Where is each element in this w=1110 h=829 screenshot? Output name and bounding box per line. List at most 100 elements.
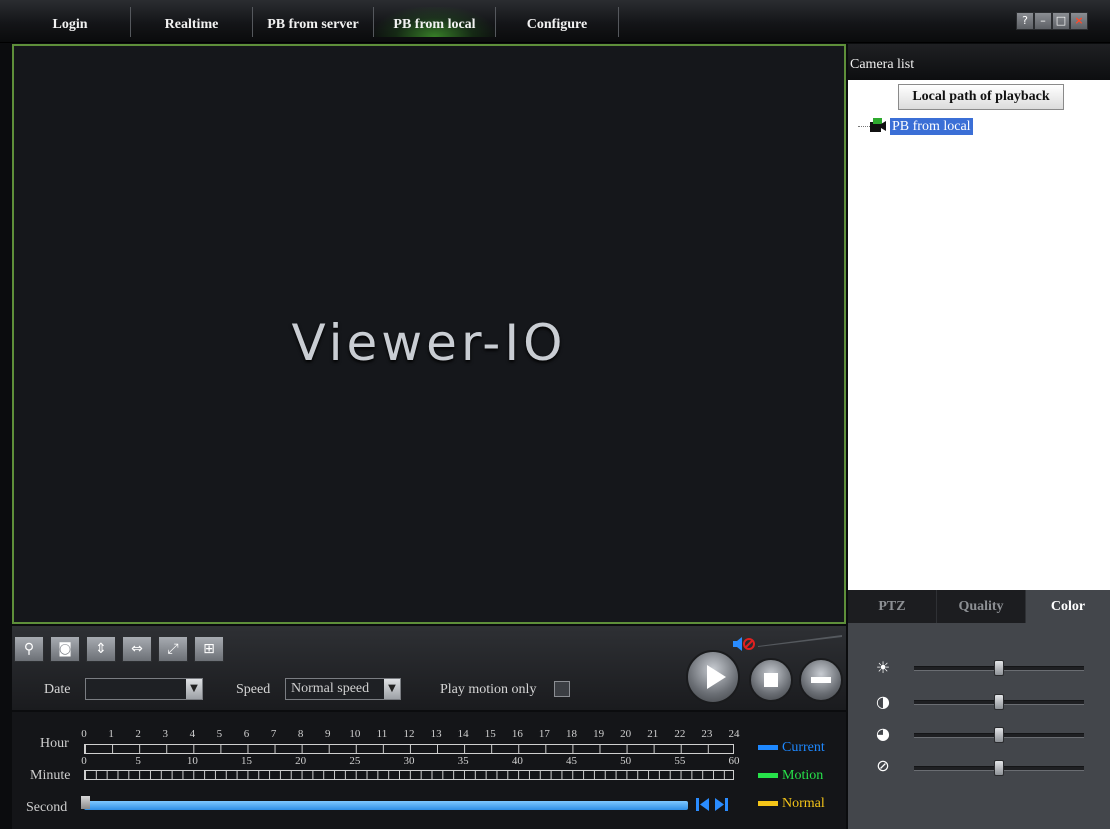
chevron-down-icon[interactable]: ▼ — [186, 679, 202, 699]
tab-color[interactable]: Color — [1026, 590, 1110, 623]
hour-label: Hour — [40, 736, 69, 751]
hour-tick-label: 12 — [403, 728, 415, 740]
minimize-button[interactable]: – — [1034, 12, 1052, 30]
date-label: Date — [44, 682, 71, 697]
next-button[interactable] — [715, 798, 729, 811]
legend-swatch — [758, 773, 778, 779]
sun-icon: ☀ — [875, 658, 891, 677]
minute-tick-label: 5 — [135, 755, 141, 767]
contrast-slider-thumb[interactable] — [994, 694, 1004, 710]
minute-ruler[interactable] — [84, 770, 734, 780]
settings-tabs: PTZ Quality Color — [848, 590, 1110, 623]
local-path-button[interactable]: Local path of playback — [898, 84, 1064, 110]
speed-select[interactable]: Normal speed ▼ — [285, 678, 401, 700]
minute-tick-label: 40 — [511, 755, 523, 767]
brightness-slider-thumb[interactable] — [994, 660, 1004, 676]
speaker-muted-icon — [733, 637, 755, 651]
hour-tick-label: 15 — [484, 728, 496, 740]
stop-button[interactable] — [749, 658, 793, 702]
fit-vertical-icon: ⇕ — [95, 641, 107, 657]
maximize-button[interactable]: □ — [1052, 12, 1070, 30]
tab-pb-from-server[interactable]: PB from server — [253, 7, 373, 37]
top-navigation-bar: Login Realtime PB from server PB from lo… — [0, 0, 1110, 43]
hour-tick-label: 2 — [135, 728, 141, 740]
hour-tick-label: 18 — [566, 728, 577, 740]
legend-motion: Motion — [758, 768, 823, 784]
tab-login[interactable]: Login — [10, 7, 130, 37]
tab-ptz[interactable]: PTZ — [848, 590, 937, 623]
seconds-progress-bar[interactable] — [84, 801, 688, 810]
tab-realtime[interactable]: Realtime — [131, 7, 252, 37]
contrast-icon: ◑ — [876, 692, 890, 711]
tree-item-pb-from-local[interactable]: PB from local — [890, 118, 973, 135]
minute-tick-label: 25 — [349, 755, 361, 767]
volume-slider[interactable] — [758, 634, 842, 647]
date-picker[interactable]: ▼ — [85, 678, 203, 700]
previous-button[interactable] — [696, 798, 710, 811]
hour-tick-label: 6 — [243, 728, 250, 740]
hour-tick-label: 21 — [647, 728, 659, 740]
viewer-logo: Viewer-IO — [291, 314, 567, 372]
hour-tick-label: 19 — [593, 728, 605, 740]
hour-tick-label: 13 — [430, 728, 442, 740]
minus-icon — [811, 677, 831, 683]
legend-swatch — [758, 745, 778, 751]
saturation-slider-thumb[interactable] — [994, 727, 1004, 743]
close-button[interactable]: × — [1070, 12, 1088, 30]
seconds-slider-thumb[interactable] — [81, 796, 90, 809]
color-settings-pane: ☀ ◑ ◕ ⊘ — [848, 623, 1110, 829]
right-panel: Camera list Local path of playback PB fr… — [848, 44, 1110, 829]
minute-tick-label: 50 — [620, 755, 632, 767]
speed-value: Normal speed — [291, 681, 370, 696]
hour-tick-label: 7 — [270, 728, 277, 740]
hour-tick-label: 0 — [81, 728, 87, 740]
nav-divider — [618, 7, 619, 37]
play-button[interactable] — [686, 650, 740, 704]
hue-icon: ⊘ — [876, 756, 890, 775]
hour-ruler[interactable] — [84, 744, 734, 754]
minute-label: Minute — [30, 768, 71, 783]
hour-tick-label: 23 — [701, 728, 713, 740]
camera-list: Local path of playback PB from local — [848, 80, 1110, 634]
play-motion-label: Play motion only — [440, 682, 537, 697]
mute-button[interactable] — [732, 636, 756, 652]
tab-quality[interactable]: Quality — [937, 590, 1026, 623]
minute-tick-label: 55 — [674, 755, 686, 767]
snapshot-button[interactable]: ◙ — [50, 636, 80, 662]
hour-tick-label: 3 — [162, 728, 169, 740]
minute-tick-label: 15 — [241, 755, 252, 767]
playback-control-panel: ⚲ ◙ ⇕ ⇔ ⤢ ⊞ Date ▼ Speed Normal speed ▼ … — [12, 626, 846, 710]
minute-tick-label: 0 — [81, 755, 87, 767]
skip-forward-icon — [715, 798, 728, 811]
help-button[interactable]: ? — [1016, 12, 1034, 30]
zoom-button[interactable]: ⚲ — [14, 636, 44, 662]
hue-slider-thumb[interactable] — [994, 760, 1004, 776]
play-motion-checkbox[interactable] — [554, 681, 570, 697]
minute-tick-label: 45 — [566, 755, 577, 767]
close-playback-button[interactable] — [799, 658, 843, 702]
chevron-down-icon[interactable]: ▼ — [384, 679, 400, 699]
legend-normal: Normal — [758, 796, 825, 812]
hour-tick-label: 4 — [189, 728, 196, 740]
camera-icon — [870, 118, 886, 133]
legend-swatch — [758, 801, 778, 807]
tab-pb-from-local[interactable]: PB from local — [374, 7, 495, 37]
minute-tick-label: 30 — [403, 755, 415, 767]
hour-tick-label: 20 — [620, 728, 632, 740]
fit-horizontal-icon: ⇔ — [131, 641, 143, 657]
video-viewport[interactable]: Viewer-IO — [12, 44, 846, 624]
hour-tick-label: 5 — [216, 728, 223, 740]
hour-tick-label: 9 — [325, 728, 331, 740]
fit-horizontal-button[interactable]: ⇔ — [122, 636, 152, 662]
fit-vertical-button[interactable]: ⇕ — [86, 636, 116, 662]
hour-tick-label: 24 — [728, 728, 740, 740]
camera-icon: ◙ — [58, 641, 72, 657]
hour-tick-label: 10 — [349, 728, 361, 740]
hour-tick-label: 22 — [674, 728, 686, 740]
split-view-button[interactable]: ⊞ — [194, 636, 224, 662]
minute-tick-label: 35 — [457, 755, 469, 767]
tab-configure[interactable]: Configure — [496, 7, 618, 37]
fullscreen-button[interactable]: ⤢ — [158, 636, 188, 662]
hour-tick-label: 11 — [376, 728, 388, 740]
hour-tick-label: 14 — [457, 728, 469, 740]
